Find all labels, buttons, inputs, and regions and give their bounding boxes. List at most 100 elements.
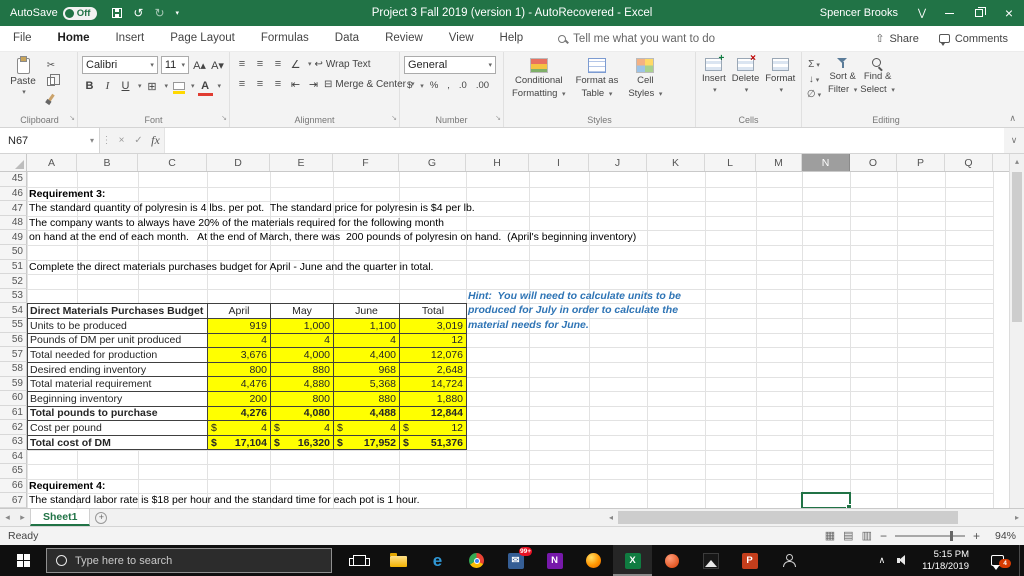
row-header-50[interactable]: 50 [0,245,27,260]
cell-G56[interactable]: 12 [400,333,467,349]
onenote-icon[interactable]: N [535,545,574,576]
row-header-53[interactable]: 53 [0,288,27,304]
cell-A62[interactable]: Cost per pound [28,421,208,436]
save-icon[interactable] [112,8,123,18]
cell-G62[interactable]: $12 [400,421,467,436]
cut-icon[interactable]: ✂ [43,59,59,72]
row-header-63[interactable]: 63 [0,434,27,450]
cell-A61[interactable]: Total pounds to purchase [28,406,208,422]
spreadsheet-grid[interactable]: 45 46 47 48 49 50 51 52 53 54 55 56 57 58 59 60 61 62 63 64… [0,172,1009,508]
autosave-toggle[interactable]: AutoSave Off [10,6,98,20]
column-header-K[interactable]: K [647,154,705,171]
volume-icon[interactable] [897,555,910,566]
column-header-O[interactable]: O [850,154,897,171]
cell-A66[interactable]: Requirement 4: [29,479,105,494]
increase-decimal-icon[interactable]: .0 [456,78,470,93]
column-header-E[interactable]: E [270,154,333,171]
cell-A51[interactable]: Complete the direct materials purchases … [29,260,433,275]
clipboard-dialog-launcher-icon[interactable]: ↘ [69,112,75,125]
accounting-format-icon[interactable]: $ [404,78,415,93]
cell-D54[interactable]: April [208,304,271,320]
orientation-icon[interactable]: ∠ [288,56,303,72]
name-box-dropdown-icon[interactable]: ▾ [90,136,94,145]
tell-me-search[interactable]: Tell me what you want to do [558,33,715,45]
italic-button[interactable]: I [100,78,115,94]
row-header-66[interactable]: 66 [0,478,27,494]
find-select-button[interactable]: Find & Select ▾ [860,56,895,112]
cell-F59[interactable]: 5,368 [334,377,400,393]
cell-D56[interactable]: 4 [208,333,271,349]
column-header-C[interactable]: C [138,154,207,171]
menu-tab-file[interactable]: File [0,26,45,51]
row-header-56[interactable]: 56 [0,332,27,348]
sheet-nav-left-icon[interactable]: ◂ [0,509,15,526]
cell-D55[interactable]: 919 [208,319,271,334]
fill-color-icon[interactable] [171,78,186,94]
name-box[interactable]: N67 ▾ [0,128,100,153]
align-bottom-icon[interactable]: ≡ [270,56,285,72]
cell-F54[interactable]: June [334,304,400,320]
cell-A59[interactable]: Total material requirement [28,377,208,393]
cell-D63[interactable]: $17,104 [208,435,271,451]
action-center-icon[interactable]: 4 [981,555,1013,570]
format-painter-icon[interactable] [43,91,59,104]
powerpoint-icon[interactable]: P [730,545,769,576]
number-dialog-launcher-icon[interactable]: ↘ [495,112,501,125]
normal-view-icon[interactable]: ▦ [825,530,835,542]
formula-input[interactable] [164,128,1004,153]
file-explorer-icon[interactable] [379,545,418,576]
column-header-F[interactable]: F [333,154,399,171]
decrease-indent-icon[interactable]: ⇤ [288,76,303,92]
quick-access-customize-icon[interactable]: ▾ [176,9,180,17]
user-name[interactable]: Spencer Brooks [820,7,898,19]
number-format-select[interactable]: General ▾ [404,56,496,74]
format-as-table-button[interactable]: Format as Table ▾ [576,56,618,112]
autosum-icon[interactable]: Σ ▾ [806,58,822,71]
align-top-icon[interactable]: ≡ [234,56,249,72]
cell-A48[interactable]: The company wants to always have 20% of … [29,216,444,231]
comments-button[interactable]: Comments [938,33,1008,46]
excel-taskbar-icon[interactable]: X [613,545,652,576]
cell-E57[interactable]: 4,000 [271,348,334,363]
copy-icon[interactable] [43,74,60,88]
cell-D61[interactable]: 4,276 [208,406,271,422]
start-button[interactable] [0,545,46,576]
cell-E62[interactable]: $4 [271,421,334,436]
row-header-54[interactable]: 54 [0,303,27,319]
row-header-49[interactable]: 49 [0,230,27,246]
menu-tab-view[interactable]: View [436,26,487,51]
cell-D59[interactable]: 4,476 [208,377,271,393]
borders-dropdown-icon[interactable]: ▾ [165,82,169,90]
cell-A54[interactable]: Direct Materials Purchases Budget [28,304,208,320]
column-header-L[interactable]: L [705,154,756,171]
firefox-icon[interactable] [574,545,613,576]
row-header-59[interactable]: 59 [0,376,27,392]
scroll-up-icon[interactable]: ▴ [1010,154,1024,169]
enter-icon[interactable]: ✓ [130,128,147,153]
cell-D58[interactable]: 800 [208,362,271,378]
cell-F63[interactable]: $17,952 [334,435,400,451]
menu-tab-home[interactable]: Home [45,26,103,51]
row-header-62[interactable]: 62 [0,420,27,435]
row-header-48[interactable]: 48 [0,215,27,231]
vertical-scrollbar-thumb[interactable] [1012,172,1022,322]
row-header-51[interactable]: 51 [0,259,27,275]
underline-button[interactable]: U [118,78,133,94]
taskbar-search[interactable]: Type here to search [46,548,332,573]
edge-icon[interactable]: e [418,545,457,576]
cell-E59[interactable]: 4,880 [271,377,334,393]
fill-color-dropdown-icon[interactable]: ▾ [191,82,195,90]
column-header-A[interactable]: A [27,154,77,171]
cell-G54[interactable]: Total [400,304,467,320]
horizontal-scrollbar-thumb[interactable] [618,511,958,524]
bold-button[interactable]: B [82,78,97,94]
decrease-font-size-icon[interactable]: A▾ [210,57,225,73]
cell-E54[interactable]: May [271,304,334,320]
collapse-ribbon-icon[interactable]: ∧ [1009,113,1016,124]
cell-A63[interactable]: Total cost of DM [28,435,208,451]
row-header-61[interactable]: 61 [0,405,27,421]
cell-G60[interactable]: 1,880 [400,392,467,407]
zoom-slider-thumb[interactable] [949,531,953,541]
cell-G58[interactable]: 2,648 [400,362,467,378]
underline-dropdown-icon[interactable]: ▾ [138,82,142,90]
